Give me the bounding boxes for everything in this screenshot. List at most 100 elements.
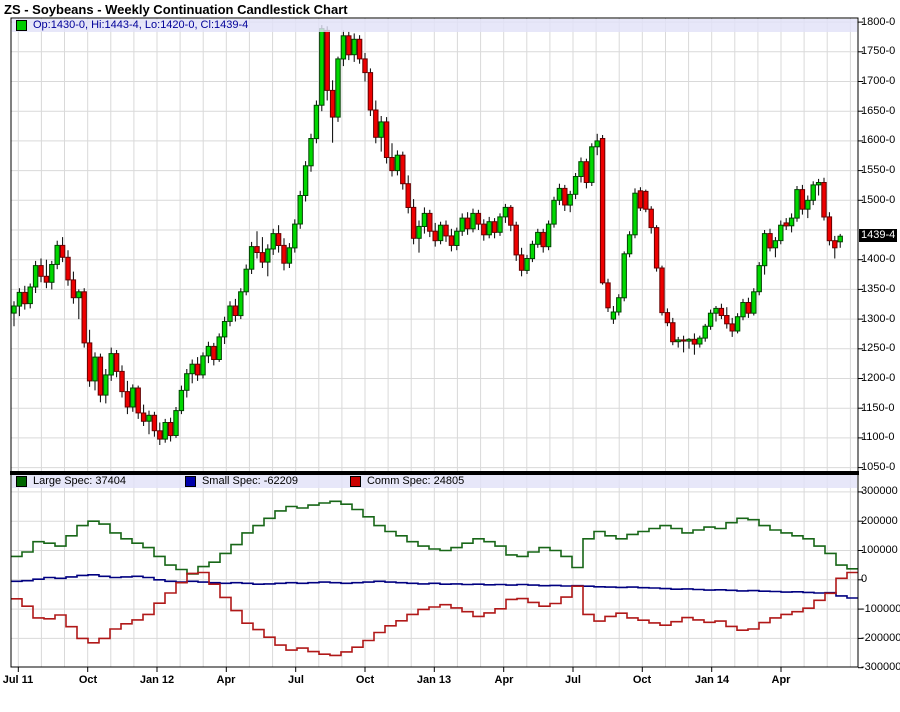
cot-axis-label: 200000: [861, 515, 898, 528]
candle-down: [660, 268, 664, 313]
candle-up: [104, 375, 108, 395]
candle-down: [476, 213, 480, 224]
comm-spec-swatch-icon: [350, 476, 361, 487]
candle-down: [384, 122, 388, 158]
price-axis-label: 1700-0: [861, 75, 895, 88]
candle-down: [330, 90, 334, 117]
candle-down: [433, 231, 437, 241]
date-label: Apr: [495, 674, 514, 686]
candle-down: [411, 207, 415, 238]
candle-up: [28, 287, 32, 304]
candle-down: [692, 339, 696, 344]
candle-up: [217, 337, 221, 360]
candle-up: [503, 207, 507, 217]
date-label: Oct: [633, 674, 651, 686]
date-label: Jul 11: [3, 674, 34, 686]
price-axis-label: 1800-0: [861, 16, 895, 29]
candle-up: [190, 364, 194, 374]
candle-down: [800, 190, 804, 210]
candle-up: [498, 217, 502, 232]
date-label: Oct: [356, 674, 374, 686]
candle-up: [77, 292, 81, 298]
candle-up: [309, 139, 313, 166]
candle-down: [357, 39, 361, 59]
candle-down: [406, 184, 410, 208]
candle-down: [449, 236, 453, 246]
chart-canvas[interactable]: [0, 0, 900, 712]
date-label: Jan 12: [140, 674, 174, 686]
candle-down: [66, 257, 70, 280]
legend-item-comm-spec: Comm Spec: 24805: [346, 475, 464, 488]
last-price-tag: 1439-4: [859, 229, 897, 242]
candle-down: [492, 222, 496, 233]
date-label: Jan 14: [695, 674, 729, 686]
candle-up: [179, 390, 183, 410]
price-axis-label: 1600-0: [861, 134, 895, 147]
cot-axis-label: -200000: [861, 632, 900, 645]
candle-up: [487, 222, 491, 235]
candle-down: [136, 388, 140, 413]
candle-up: [757, 266, 761, 292]
candle-down: [541, 232, 545, 246]
price-axis-label: 1400-0: [861, 253, 895, 266]
price-axis-label: 1250-0: [861, 342, 895, 355]
cot-axis-label: -100000: [861, 603, 900, 616]
candle-down: [114, 354, 118, 372]
candle-down: [730, 324, 734, 331]
candle-up: [546, 224, 550, 247]
candle-down: [563, 188, 567, 205]
candle-down: [98, 357, 102, 395]
candle-up: [676, 340, 680, 342]
candle-down: [23, 292, 27, 303]
candle-up: [741, 303, 745, 317]
candle-up: [147, 415, 151, 421]
candle-up: [779, 225, 783, 240]
cot-axis-label: -300000: [861, 661, 900, 674]
chart-screen: ZS - Soybeans - Weekly Continuation Cand…: [0, 0, 900, 712]
candle-up: [552, 200, 556, 224]
candle-down: [654, 228, 658, 268]
candle-up: [536, 232, 540, 244]
candle-up: [611, 312, 615, 319]
small-spec-label: Small Spec: -62209: [202, 475, 298, 488]
candle-down: [822, 183, 826, 218]
candle-up: [174, 411, 178, 436]
candle-up: [617, 298, 621, 312]
date-label: Jul: [288, 674, 304, 686]
candle-down: [368, 73, 372, 110]
candle-up: [395, 155, 399, 170]
candle-up: [714, 308, 718, 313]
candle-up: [703, 326, 707, 338]
price-axis-label: 1150-0: [861, 402, 894, 415]
candle-up: [816, 183, 820, 185]
candle-up: [320, 29, 324, 106]
candle-up: [109, 354, 113, 375]
candle-down: [363, 59, 367, 73]
candle-up: [228, 306, 232, 321]
candle-up: [379, 122, 383, 137]
candle-up: [590, 147, 594, 183]
candle-down: [141, 413, 145, 421]
candle-down: [401, 155, 405, 184]
candle-down: [347, 36, 351, 55]
candle-up: [438, 225, 442, 240]
candle-up: [185, 374, 189, 391]
candle-down: [768, 234, 772, 248]
candle-down: [168, 423, 172, 436]
candle-down: [465, 218, 469, 229]
candle-down: [827, 217, 831, 241]
candle-up: [341, 36, 345, 59]
candle-down: [649, 209, 653, 227]
date-label: Oct: [79, 674, 97, 686]
candle-down: [390, 158, 394, 171]
legend-item-small-spec: Small Spec: -62209: [181, 475, 298, 488]
candle-down: [233, 306, 237, 316]
candle-up: [530, 244, 534, 258]
candle-up: [789, 218, 793, 226]
candle-down: [509, 207, 513, 225]
candle-up: [33, 266, 37, 287]
candle-down: [374, 110, 378, 137]
large-spec-label: Large Spec: 37404: [33, 475, 126, 488]
price-axis-label: 1300-0: [861, 313, 895, 326]
price-axis-label: 1550-0: [861, 164, 895, 177]
